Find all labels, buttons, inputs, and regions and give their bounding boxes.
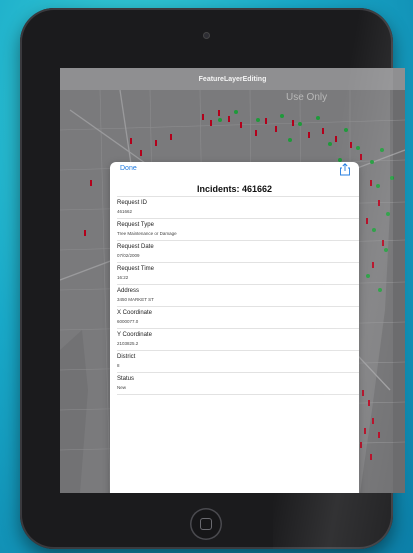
field-request-date: Request Date 07/02/2009 xyxy=(117,240,359,262)
field-address: Address 3450 MARKET ST xyxy=(117,284,359,306)
field-value: 6000077.0 xyxy=(117,319,139,324)
share-icon[interactable] xyxy=(339,163,351,176)
field-label: Status xyxy=(117,376,135,382)
attribute-list: Request ID 461662 Request Type Tree Main… xyxy=(110,196,359,395)
field-value: New xyxy=(117,385,127,390)
navigation-bar: FeatureLayerEditing xyxy=(60,68,405,90)
field-label: Request Date xyxy=(117,244,154,250)
field-request-id: Request ID 461662 xyxy=(117,196,359,218)
field-status: Status New xyxy=(117,372,359,395)
front-camera xyxy=(203,32,210,39)
field-request-time: Request Time 16:22 xyxy=(117,262,359,284)
field-label: Y Coordinate xyxy=(117,332,152,338)
field-value: 16:22 xyxy=(117,275,129,280)
field-label: Request ID xyxy=(117,200,148,206)
field-label: Request Time xyxy=(117,266,155,272)
feature-popup: Done Incidents: 461662 Request ID 461662… xyxy=(110,162,359,493)
field-value: 461662 xyxy=(117,209,133,214)
popup-toolbar: Done xyxy=(110,162,359,176)
field-label: District xyxy=(117,354,136,360)
field-value: 3450 MARKET ST xyxy=(117,297,154,302)
field-district: District 8 xyxy=(117,350,359,372)
field-label: Address xyxy=(117,288,140,294)
field-value: 2103825.2 xyxy=(117,341,139,346)
done-button[interactable]: Done xyxy=(120,165,137,172)
field-value: 8 xyxy=(117,363,120,368)
field-value: Tree Maintenance or Damage xyxy=(117,231,177,236)
field-request-type: Request Type Tree Maintenance or Damage xyxy=(117,218,359,240)
field-value: 07/02/2009 xyxy=(117,253,140,258)
ipad-device-frame: FeatureLayerEditing Use Only Done Incide… xyxy=(20,8,405,549)
field-x-coordinate: X Coordinate 6000077.0 xyxy=(117,306,359,328)
field-label: X Coordinate xyxy=(117,310,153,316)
popup-title: Incidents: 461662 xyxy=(196,184,273,194)
app-title: FeatureLayerEditing xyxy=(198,75,267,83)
home-button[interactable] xyxy=(190,508,222,540)
app-screen: FeatureLayerEditing Use Only Done Incide… xyxy=(60,68,405,493)
field-label: Request Type xyxy=(117,222,154,228)
map-watermark: Use Only xyxy=(286,92,327,103)
field-y-coordinate: Y Coordinate 2103825.2 xyxy=(117,328,359,350)
